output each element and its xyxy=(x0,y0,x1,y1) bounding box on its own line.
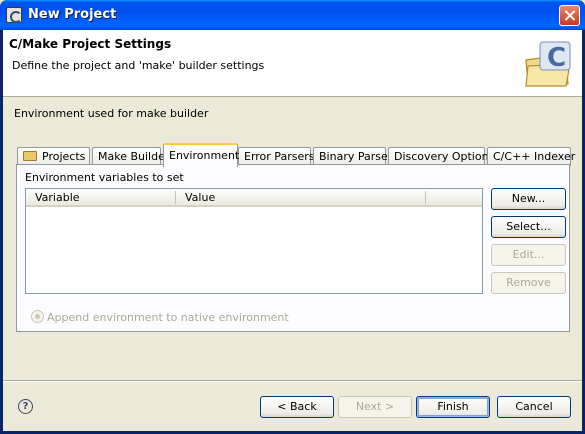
column-header-variable[interactable]: Variable xyxy=(35,191,80,204)
append-environment-radio[interactable] xyxy=(31,310,44,323)
page-title: C/Make Project Settings xyxy=(9,37,172,51)
remove-button[interactable]: Remove xyxy=(491,272,566,294)
new-project-window: New Project C/Make Project Settings Defi… xyxy=(0,0,585,434)
edit-button[interactable]: Edit... xyxy=(491,244,566,266)
dialog-client-area: C/Make Project Settings Define the proje… xyxy=(3,30,582,431)
append-environment-label: Append environment to native environment xyxy=(47,311,289,324)
column-divider[interactable] xyxy=(175,191,176,204)
select-button[interactable]: Select... xyxy=(491,216,566,238)
title-bar[interactable]: New Project xyxy=(0,0,585,30)
back-button[interactable]: < Back xyxy=(260,396,334,418)
finish-button[interactable]: Finish xyxy=(416,396,490,418)
new-button[interactable]: New... xyxy=(491,188,566,210)
next-button[interactable]: Next > xyxy=(338,396,412,418)
section-label: Environment used for make builder xyxy=(14,107,209,120)
folder-icon xyxy=(23,151,37,161)
page-description: Define the project and 'make' builder se… xyxy=(12,59,265,72)
environment-variables-label: Environment variables to set xyxy=(25,171,184,184)
help-icon[interactable]: ? xyxy=(18,399,33,414)
column-divider[interactable] xyxy=(425,191,426,204)
cancel-button[interactable]: Cancel xyxy=(497,396,571,418)
table-header: Variable Value xyxy=(26,189,482,207)
close-button[interactable] xyxy=(559,5,580,26)
environment-tab-panel: Environment variables to set Variable Va… xyxy=(16,164,570,332)
environment-variables-table[interactable]: Variable Value xyxy=(25,188,483,294)
column-header-value[interactable]: Value xyxy=(185,191,215,204)
svg-text:C: C xyxy=(547,43,566,73)
wizard-header: C/Make Project Settings Define the proje… xyxy=(3,30,582,97)
tab-environment[interactable]: Environment xyxy=(163,143,239,167)
footer-separator xyxy=(3,380,582,382)
window-title: New Project xyxy=(28,7,117,22)
c-project-folder-icon: C xyxy=(525,41,571,87)
eclipse-app-icon xyxy=(6,7,22,23)
append-environment-option[interactable]: Append environment to native environment xyxy=(31,310,289,324)
